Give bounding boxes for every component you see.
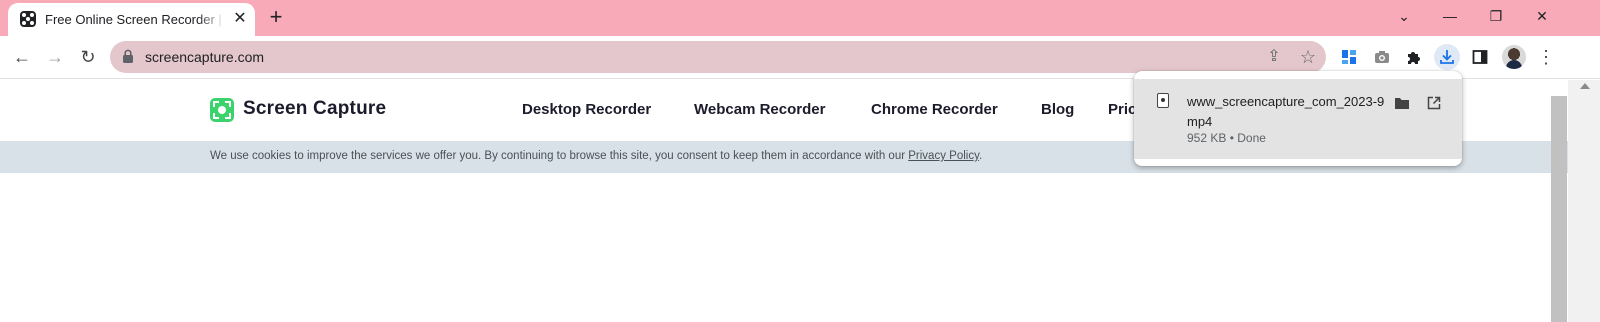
new-tab-button[interactable]: +: [263, 5, 289, 31]
page-scrollbar[interactable]: [1568, 80, 1600, 322]
profile-avatar[interactable]: [1502, 45, 1526, 69]
extension-dashboard-icon[interactable]: [1336, 44, 1362, 70]
side-panel-icon[interactable]: [1467, 44, 1493, 70]
download-item[interactable]: www_screencapture_com_2023-9 mp4 952 KB …: [1134, 79, 1462, 159]
share-icon[interactable]: ⇪: [1262, 45, 1286, 69]
screencapture-logo-icon[interactable]: [210, 98, 234, 122]
close-window-button[interactable]: ✕: [1519, 0, 1565, 32]
site-logo-text[interactable]: Screen Capture: [243, 98, 386, 120]
lock-icon: [123, 49, 133, 63]
download-icon[interactable]: [1434, 44, 1460, 70]
forward-button[interactable]: →: [41, 43, 69, 71]
video-file-icon: [1157, 93, 1169, 108]
tab-close-icon[interactable]: ✕: [231, 10, 249, 28]
browser-menu-icon[interactable]: ⋮: [1532, 43, 1560, 71]
download-bubble: www_screencapture_com_2023-9 mp4 952 KB …: [1134, 71, 1462, 166]
back-button[interactable]: ←: [8, 43, 36, 71]
cookie-text-end: .: [978, 150, 983, 162]
bookmark-star-icon[interactable]: ☆: [1296, 45, 1320, 69]
download-filename-line1: www_screencapture_com_2023-9: [1187, 94, 1385, 109]
reload-button[interactable]: ↻: [74, 43, 102, 71]
extensions-puzzle-icon[interactable]: [1401, 44, 1427, 70]
nav-desktop-recorder[interactable]: Desktop Recorder: [522, 101, 651, 118]
scrollbar-thumb[interactable]: [1551, 96, 1567, 322]
camera-icon[interactable]: [1369, 44, 1395, 70]
address-bar[interactable]: screencapture.com ⇪ ☆: [110, 41, 1326, 73]
scroll-up-arrow-icon[interactable]: [1580, 83, 1590, 89]
download-filename-line2: mp4: [1187, 114, 1213, 129]
tab-title: Free Online Screen Recorder | Online Scr…: [45, 12, 225, 27]
nav-webcam-recorder[interactable]: Webcam Recorder: [694, 101, 825, 118]
tab-strip: Free Online Screen Recorder | Online Scr…: [0, 0, 1600, 36]
browser-tab[interactable]: Free Online Screen Recorder | Online Scr…: [8, 3, 255, 36]
nav-blog[interactable]: Blog: [1041, 101, 1074, 118]
cookie-text: We use cookies to improve the services w…: [210, 150, 909, 162]
screencapture-favicon-icon: [20, 11, 36, 27]
cookie-message: We use cookies to improve the services w…: [210, 150, 982, 162]
minimize-button[interactable]: —: [1427, 0, 1473, 32]
show-in-folder-icon[interactable]: [1390, 93, 1414, 113]
privacy-policy-link[interactable]: Privacy Policy: [908, 150, 979, 162]
url-text: screencapture.com: [145, 49, 265, 65]
download-filename[interactable]: www_screencapture_com_2023-9 mp4: [1187, 92, 1387, 132]
open-file-icon[interactable]: [1422, 93, 1446, 113]
download-status: 952 KB • Done: [1187, 131, 1266, 145]
tab-search-icon[interactable]: ⌄: [1381, 0, 1427, 32]
nav-chrome-recorder[interactable]: Chrome Recorder: [871, 101, 998, 118]
restore-button[interactable]: ❐: [1473, 0, 1519, 32]
